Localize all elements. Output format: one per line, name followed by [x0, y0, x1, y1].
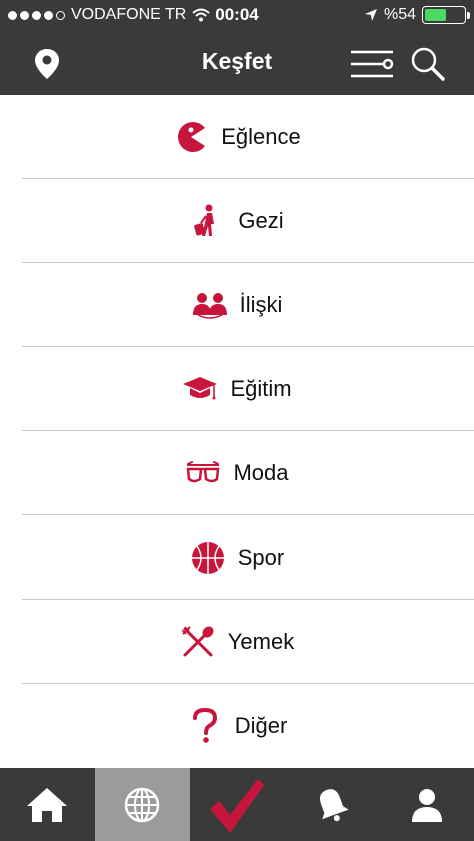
category-list: Eğlence Gezi İlişki Eğitim Moda Spor Yem…: [0, 95, 474, 768]
graduation-cap-icon: [182, 371, 218, 407]
category-label: Yemek: [227, 628, 295, 654]
checkmark-icon: [209, 778, 264, 833]
bell-icon: [319, 788, 349, 821]
question-mark-icon: [187, 707, 223, 744]
traveler-icon: [190, 203, 226, 239]
category-row-egitim[interactable]: Eğitim: [0, 347, 474, 432]
category-label: Gezi: [238, 208, 284, 234]
category-row-yemek[interactable]: Yemek: [0, 600, 474, 684]
filter-icon[interactable]: [347, 42, 397, 86]
status-right: %54: [364, 6, 470, 24]
profile-icon: [411, 788, 442, 822]
battery-icon: [422, 6, 470, 24]
category-label: Eğlence: [221, 124, 301, 150]
category-row-gezi[interactable]: Gezi: [0, 179, 474, 264]
category-row-moda[interactable]: Moda: [0, 431, 474, 516]
tab-explore[interactable]: [94, 768, 190, 841]
category-label: Diğer: [234, 712, 288, 738]
category-label: Moda: [233, 460, 289, 486]
tab-notifications[interactable]: [284, 768, 379, 841]
globe-icon: [124, 787, 160, 822]
category-label: İlişki: [239, 292, 283, 318]
category-row-iliski[interactable]: İlişki: [0, 263, 474, 348]
sunglasses-icon: [185, 455, 221, 491]
people-icon: [192, 287, 228, 323]
home-icon: [27, 787, 68, 822]
category-row-eglence[interactable]: Eğlence: [0, 95, 474, 180]
fork-spoon-icon: [180, 624, 216, 660]
top-bar: VODAFONE TR 00:04 %54 Keşfet: [0, 0, 474, 95]
basketball-icon: [190, 540, 226, 576]
tab-home[interactable]: [0, 768, 95, 841]
pacman-icon: [173, 119, 209, 155]
category-label: Eğitim: [230, 376, 292, 402]
battery-percent: %54: [383, 6, 416, 23]
category-label: Spor: [237, 544, 285, 570]
status-bar: VODAFONE TR 00:04 %54: [0, 0, 474, 32]
tab-profile[interactable]: [379, 768, 474, 841]
category-row-spor[interactable]: Spor: [0, 515, 474, 600]
page-title: Keşfet: [201, 48, 273, 74]
tab-check[interactable]: [190, 768, 285, 841]
navigation-bar: Keşfet: [0, 32, 474, 95]
tab-bar: [0, 768, 474, 841]
location-arrow-icon: [364, 9, 377, 21]
search-icon[interactable]: [406, 42, 450, 86]
category-row-diger[interactable]: Diğer: [0, 684, 474, 768]
